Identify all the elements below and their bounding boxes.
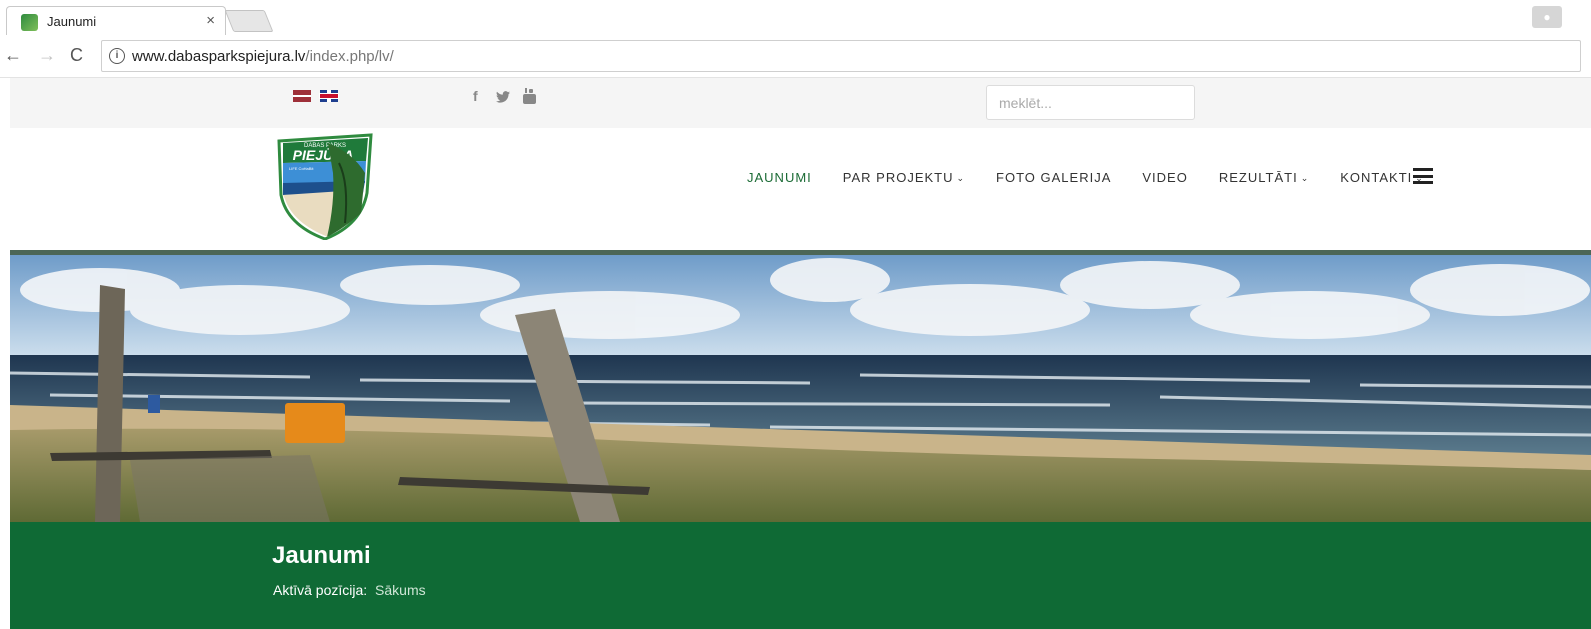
main-menu: JAUNUMI PAR PROJEKTU ⌄ FOTO GALERIJA VIDE… (747, 170, 1455, 185)
site-favicon-icon (21, 14, 38, 31)
search-input[interactable] (986, 85, 1195, 120)
menu-label-foto-galerija: FOTO GALERIJA (996, 170, 1112, 185)
page-title-band: Jaunumi Aktīvā pozīcija: Sākums (10, 522, 1591, 629)
dabas-parks-logo[interactable]: DABAS PARKS PIEJŪRA LIFE CoHaBit (273, 133, 375, 240)
breadcrumb: Aktīvā pozīcija: Sākums (273, 582, 426, 598)
facebook-icon[interactable]: f (473, 88, 478, 104)
chevron-down-icon: ⌄ (956, 173, 966, 183)
menu-label-par-projektu: PAR PROJEKTU (842, 170, 954, 185)
address-bar[interactable]: i www.dabasparkspiejura.lv/index.php/lv/ (101, 40, 1581, 72)
tab-title: Jaunumi (47, 14, 97, 29)
menu-item-video[interactable]: VIDEO (1142, 170, 1187, 185)
browser-toolbar: ← → C i www.dabasparkspiejura.lv/index.p… (0, 35, 1591, 78)
menu-item-par-projektu[interactable]: PAR PROJEKTU ⌄ (843, 170, 965, 185)
back-arrow-icon[interactable]: ← (4, 45, 22, 66)
menu-label-video: VIDEO (1142, 170, 1188, 185)
lv-flag-icon[interactable] (293, 90, 311, 102)
menu-label-kontakti: KONTAKTI (1340, 170, 1413, 185)
menu-item-kontakti[interactable]: KONTAKTI ⌄ (1340, 170, 1424, 185)
chevron-down-icon: ⌄ (1300, 173, 1310, 183)
breadcrumb-label: Aktīvā pozīcija: (273, 582, 368, 598)
en-flag-icon[interactable] (320, 90, 338, 102)
browser-tab[interactable]: Jaunumi × (6, 6, 226, 35)
tab-close-icon[interactable]: × (206, 12, 215, 29)
menu-item-jaunumi[interactable]: JAUNUMI (747, 170, 812, 185)
youtube-icon[interactable] (523, 88, 536, 104)
breadcrumb-home-link[interactable]: Sākums (375, 582, 426, 598)
site-header: DABAS PARKS PIEJŪRA LIFE CoHaBit JAUNUMI… (10, 128, 1591, 250)
url-path: /index.php/lv/ (305, 48, 394, 65)
logo-sub-text: LIFE CoHaBit (289, 166, 314, 171)
hamburger-menu-icon[interactable] (1413, 168, 1433, 184)
hero-beach-image (10, 255, 1591, 522)
address-url: www.dabasparkspiejura.lv/index.php/lv/ (132, 48, 394, 65)
url-host: www.dabasparkspiejura.lv (132, 48, 306, 65)
menu-item-foto-galerija[interactable]: FOTO GALERIJA (996, 170, 1111, 185)
site-info-icon[interactable]: i (109, 48, 125, 64)
site-topbar: f (10, 78, 1591, 128)
menu-item-rezultati[interactable]: REZULTĀTI ⌄ (1219, 170, 1309, 185)
profile-avatar-icon[interactable]: ● (1532, 6, 1562, 28)
new-tab-button[interactable] (224, 10, 274, 32)
twitter-icon[interactable] (496, 91, 510, 103)
menu-label-rezultati: REZULTĀTI (1218, 170, 1298, 185)
forward-arrow-icon[interactable]: → (38, 45, 56, 66)
page-title: Jaunumi (272, 542, 371, 569)
browser-tabstrip: Jaunumi × ● (0, 0, 1591, 35)
reload-icon[interactable]: C (70, 45, 83, 66)
menu-label-jaunumi: JAUNUMI (747, 170, 812, 185)
